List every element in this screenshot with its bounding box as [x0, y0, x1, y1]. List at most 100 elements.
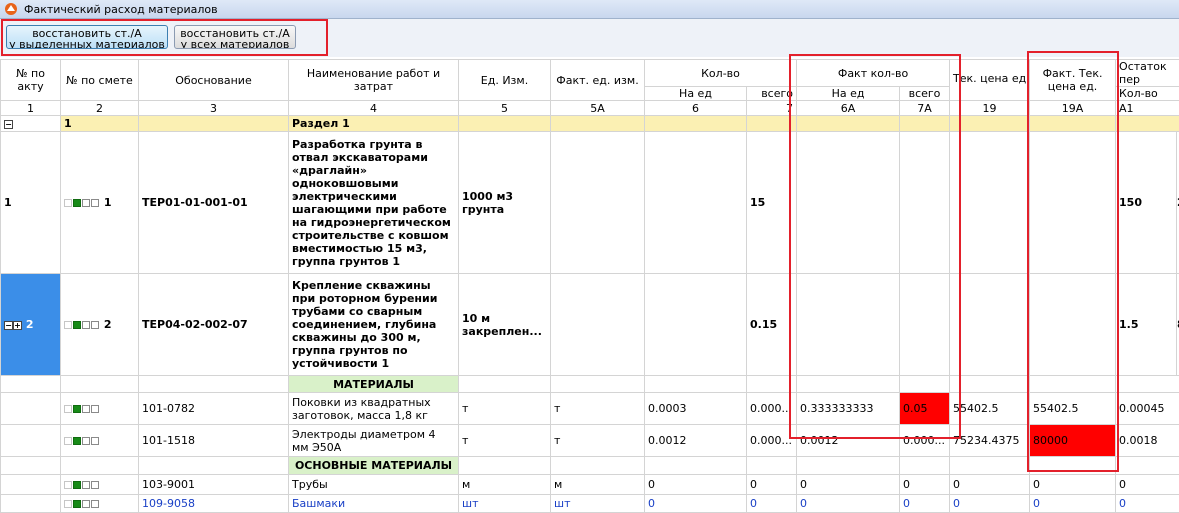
row-basis: ТЕР04-02-002-07 — [139, 274, 289, 376]
material-name: Электроды диаметром 4 мм Э50А — [289, 425, 459, 457]
window-title: Фактический расход материалов — [24, 3, 218, 16]
row-act-no: 1 — [1, 132, 61, 274]
material-price: 55402.5 — [950, 393, 1030, 425]
restore-selected-label-2: у выделенных материалов — [7, 39, 167, 49]
header-remain[interactable]: Остаток пер — [1116, 60, 1179, 87]
section-collapse[interactable]: − — [1, 116, 61, 132]
material-remain: 0.0018 — [1116, 425, 1179, 457]
row-remain-qty: 150 — [1116, 132, 1177, 274]
material-fact-total[interactable]: 0.000... — [900, 425, 950, 457]
material-fact-total[interactable]: 0.05 — [900, 393, 950, 425]
material-per: 0 — [645, 475, 747, 495]
material-total: 0.000... — [747, 425, 797, 457]
table-row[interactable]: −+ 2 2 ТЕР04-02-002-07 Крепление скважин… — [1, 274, 1179, 376]
material-fact-unit[interactable]: т — [551, 393, 645, 425]
row-unit: 10 м закреплен... — [459, 274, 551, 376]
materials-grid: № по акту № по смете Обоснование Наимено… — [0, 59, 1179, 513]
section-row[interactable]: − 1 Раздел 1 — [1, 116, 1179, 132]
row-basis: ТЕР01-01-001-01 — [139, 132, 289, 274]
expand-icon[interactable]: + — [13, 321, 22, 330]
column-number-row: 1 2 3 4 5 5А 6 7 6А 7А 19 19А А1 — [1, 101, 1179, 116]
material-row[interactable]: 101-1518 Электроды диаметром 4 мм Э50А т… — [1, 425, 1179, 457]
material-total: 0.000... — [747, 393, 797, 425]
colnum: 3 — [139, 101, 289, 116]
colnum: 1 — [1, 101, 61, 116]
material-name: Трубы — [289, 475, 459, 495]
header-unit[interactable]: Ед. Изм. — [459, 60, 551, 101]
header-fact-price[interactable]: Факт. Тек. цена ед. — [1030, 60, 1116, 101]
material-fact-unit[interactable]: т — [551, 425, 645, 457]
restore-selected-button[interactable]: восстановить ст./А у выделенных материал… — [6, 25, 168, 49]
material-status — [61, 425, 139, 457]
restore-all-label-2: у всех материалов — [175, 39, 295, 49]
collapse-icon[interactable]: − — [4, 321, 13, 330]
colnum: 7 — [747, 101, 797, 116]
header-act-no[interactable]: № по акту — [1, 60, 61, 101]
status-icon — [73, 437, 81, 445]
row-act-no-selected[interactable]: −+ 2 — [1, 274, 61, 376]
material-unit: т — [459, 425, 551, 457]
section-empty — [139, 116, 289, 132]
row-qty-total: 0.15 — [747, 274, 797, 376]
material-fact-per[interactable]: 0 — [797, 475, 900, 495]
row-smeta-no: 2 — [61, 274, 139, 376]
material-code: 101-0782 — [139, 393, 289, 425]
restore-all-button[interactable]: восстановить ст./А у всех материалов — [174, 25, 296, 49]
material-fact-price[interactable]: 55402.5 — [1030, 393, 1116, 425]
colnum: 6 — [645, 101, 747, 116]
material-code: 101-1518 — [139, 425, 289, 457]
row-qty-total: 15 — [747, 132, 797, 274]
section-number: 1 — [61, 116, 139, 132]
header-qty-per[interactable]: На ед — [645, 87, 747, 101]
header-fact-qty[interactable]: Факт кол-во — [797, 60, 950, 87]
colnum: 5А — [551, 101, 645, 116]
material-status — [61, 393, 139, 425]
header-smeta-no[interactable]: № по смете — [61, 60, 139, 101]
main-materials-header-row: ОСНОВНЫЕ МАТЕРИАЛЫ — [1, 457, 1179, 475]
main-materials-header: ОСНОВНЫЕ МАТЕРИАЛЫ — [289, 457, 459, 475]
materials-header-row: МАТЕРИАЛЫ — [1, 376, 1179, 393]
colnum: А1 — [1116, 101, 1179, 116]
status-icon — [73, 199, 81, 207]
header-fact-per[interactable]: На ед — [797, 87, 900, 101]
colnum: 6А — [797, 101, 900, 116]
row-smeta-no: 1 — [61, 132, 139, 274]
status-icon — [73, 405, 81, 413]
collapse-icon[interactable]: − — [4, 120, 13, 129]
header-fact-total[interactable]: всего — [900, 87, 950, 101]
material-row[interactable]: 101-0782 Поковки из квадратных заготовок… — [1, 393, 1179, 425]
material-unit: м — [459, 475, 551, 495]
material-code: 103-9001 — [139, 475, 289, 495]
status-icon — [73, 481, 81, 489]
material-fact-per[interactable]: 0.0012 — [797, 425, 900, 457]
colnum: 2 — [61, 101, 139, 116]
material-fact-price[interactable]: 0 — [1030, 475, 1116, 495]
header-remain-qty[interactable]: Кол-во — [1116, 87, 1179, 101]
material-name: Поковки из квадратных заготовок, масса 1… — [289, 393, 459, 425]
header-basis[interactable]: Обоснование — [139, 60, 289, 101]
material-remain: 0 — [1116, 475, 1179, 495]
table-row[interactable]: 1 1 ТЕР01-01-001-01 Разработка грунта в … — [1, 132, 1179, 274]
material-remain: 0.00045 — [1116, 393, 1179, 425]
material-row[interactable]: 103-9001 Трубы м м 0 0 0 0 0 0 0 — [1, 475, 1179, 495]
header-cur-price[interactable]: Тек. цена ед. — [950, 60, 1030, 101]
header-fact-unit[interactable]: Факт. ед. изм. — [551, 60, 645, 101]
row-unit: 1000 м3 грунта — [459, 132, 551, 274]
colnum: 4 — [289, 101, 459, 116]
row-remain-qty: 1.5 — [1116, 274, 1177, 376]
section-title: Раздел 1 — [289, 116, 459, 132]
material-unit: т — [459, 393, 551, 425]
material-fact-per[interactable]: 0.333333333 — [797, 393, 900, 425]
material-fact-total[interactable]: 0 — [900, 475, 950, 495]
colnum: 19 — [950, 101, 1030, 116]
material-fact-price[interactable]: 80000 — [1030, 425, 1116, 457]
material-fact-unit[interactable]: м — [551, 475, 645, 495]
header-row-1: № по акту № по смете Обоснование Наимено… — [1, 60, 1179, 87]
header-work-name[interactable]: Наименование работ и затрат — [289, 60, 459, 101]
materials-header: МАТЕРИАЛЫ — [289, 376, 459, 393]
status-icon — [73, 321, 81, 329]
header-qty-total[interactable]: всего — [747, 87, 797, 101]
colnum: 5 — [459, 101, 551, 116]
toolbar: восстановить ст./А у выделенных материал… — [0, 19, 1179, 57]
header-qty[interactable]: Кол-во — [645, 60, 797, 87]
